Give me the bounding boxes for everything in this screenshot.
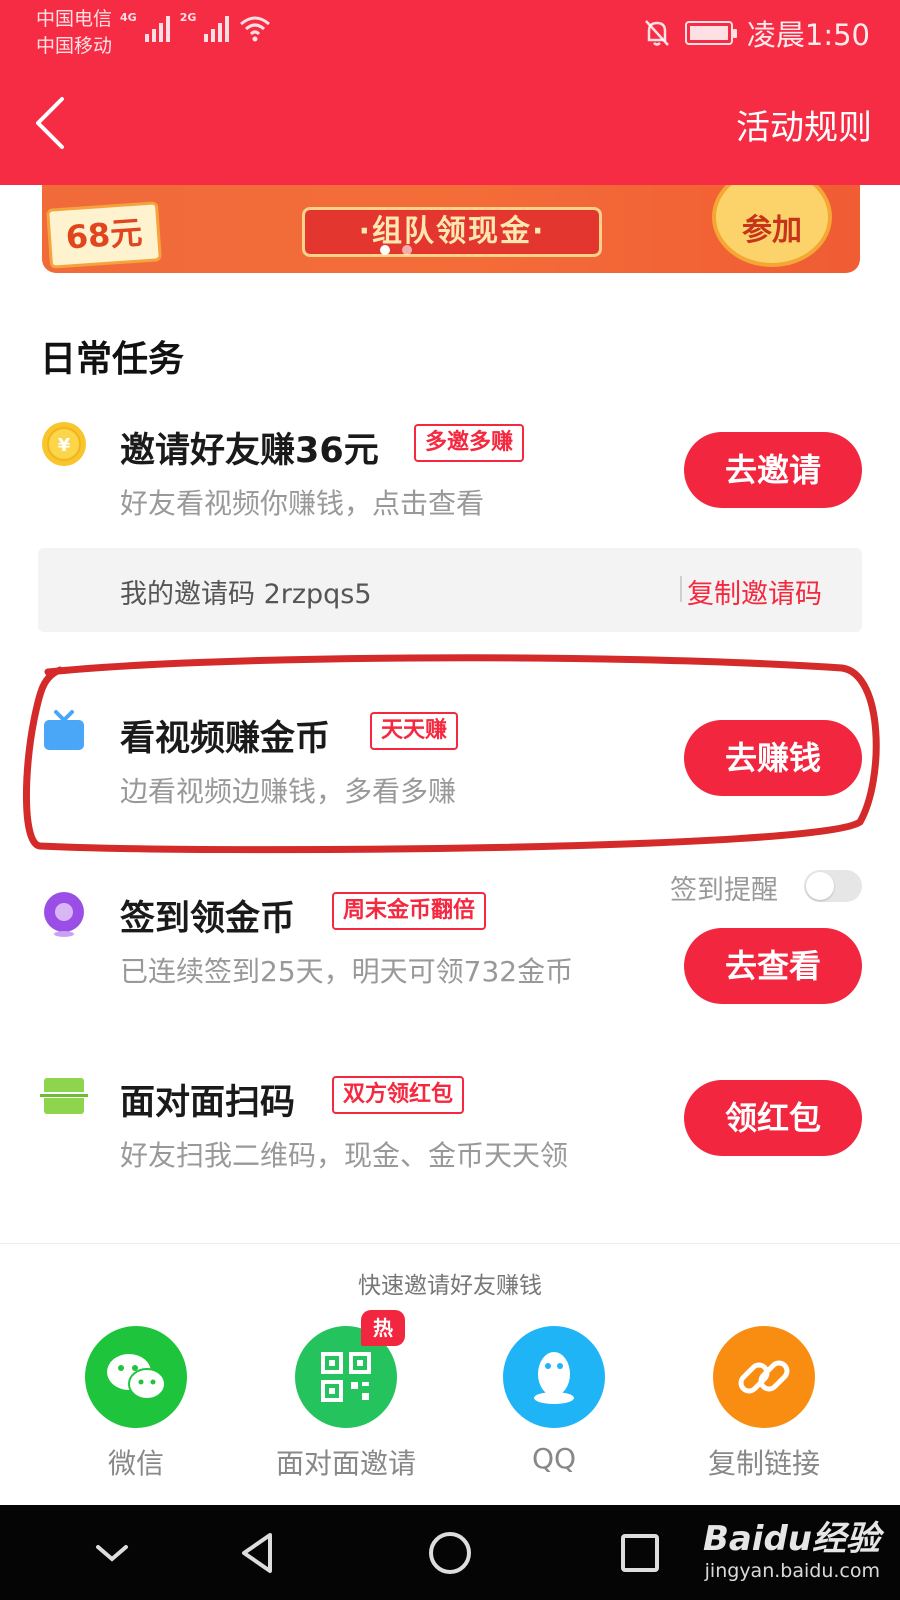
share-label: 面对面邀请: [275, 1447, 416, 1480]
wifi-icon: [240, 16, 271, 42]
svg-text:¥: ¥: [58, 435, 71, 456]
link-icon: [713, 1326, 815, 1428]
share-label: 微信: [107, 1447, 164, 1480]
page-dot-active: [380, 245, 390, 255]
qrcode-icon: 热: [295, 1310, 405, 1428]
task-sign-in: 签到领金币 周末金币翻倍 已连续签到25天，明天可领732金币 去查看: [0, 888, 900, 1028]
net-type-2: 2G: [179, 11, 197, 24]
system-nav-bar: Baidu经验 jingyan.baidu.com: [0, 1505, 900, 1600]
task-description: 已连续签到25天，明天可领732金币: [120, 955, 574, 988]
share-label: 复制链接: [707, 1447, 820, 1480]
task-watch-video: 看视频赚金币 天天赚 边看视频边赚钱，多看多赚 去赚钱: [0, 708, 900, 848]
status-right: 凌晨1:50: [643, 12, 870, 54]
banner-pagination: [380, 245, 412, 255]
share-face-to-face[interactable]: 热 面对面邀请: [266, 1310, 426, 1482]
check-button[interactable]: 去查看: [684, 928, 862, 1004]
task-description: 好友扫我二维码，现金、金币天天领: [120, 1139, 569, 1172]
qq-icon: [503, 1326, 605, 1428]
coin-icon: ¥: [42, 422, 86, 466]
task-tag: 天天赚: [370, 712, 459, 750]
hot-badge: 热: [361, 1310, 405, 1346]
battery-icon: [684, 21, 737, 45]
carrier-2: 中国移动: [36, 35, 113, 57]
nav-recents-icon[interactable]: [614, 1527, 666, 1579]
task-invite: ¥ 邀请好友赚36元 多邀多赚 好友看视频你赚钱，点击查看 去邀请: [0, 420, 900, 560]
section-title: 日常任务: [40, 339, 185, 380]
nav-back-icon[interactable]: [232, 1527, 284, 1579]
wechat-icon: [85, 1326, 187, 1428]
task-tag: 多邀多赚: [414, 424, 525, 462]
task-title: 面对面扫码: [120, 1083, 296, 1123]
clock: 凌晨1:50: [746, 18, 870, 52]
signal-bars-icon: [144, 14, 170, 42]
signal-indicators: 4G 2G: [120, 11, 271, 42]
chevron-down-icon[interactable]: [86, 1527, 138, 1579]
task-tag: 周末金币翻倍: [332, 892, 487, 930]
share-wechat[interactable]: 微信: [56, 1326, 216, 1482]
back-arrow-icon[interactable]: [30, 95, 70, 151]
quick-invite-panel: 快速邀请好友赚钱 微信 热 面对面邀请 QQ 复制链接: [0, 1243, 900, 1505]
scan-icon: [40, 1078, 88, 1114]
baidu-jingyan-watermark: Baidu经验 jingyan.baidu.com: [703, 1511, 880, 1582]
banner-amount: 68元: [46, 201, 162, 269]
task-title: 看视频赚金币: [120, 719, 331, 759]
copy-invite-code-link[interactable]: 复制邀请码: [687, 572, 822, 611]
watermark-logo: Baidu经验: [702, 1519, 880, 1559]
task-face-scan: 面对面扫码 双方领红包 好友扫我二维码，现金、金币天天领 领红包: [0, 1072, 900, 1212]
net-type-1: 4G: [120, 11, 137, 24]
carrier-info: 中国电信 中国移动: [36, 6, 112, 60]
app-header: 中国电信 中国移动 4G 2G 凌晨1:50 活动规则: [0, 0, 900, 185]
invite-code-text: 我的邀请码 2rzpqs5: [120, 579, 372, 610]
invite-button[interactable]: 去邀请: [684, 432, 862, 508]
task-title: 邀请好友赚36元: [120, 431, 379, 471]
promo-banner[interactable]: 68元 ·组队领现金· 参加: [42, 185, 860, 273]
location-icon: [44, 892, 84, 937]
carrier-1: 中国电信: [36, 8, 113, 30]
signal-bars-icon: [204, 14, 230, 42]
banner-join-badge: 参加: [712, 185, 832, 267]
task-tag: 双方领红包: [332, 1076, 465, 1114]
share-label: QQ: [531, 1442, 577, 1475]
tv-icon: [44, 710, 84, 750]
share-qq[interactable]: QQ: [474, 1326, 634, 1475]
task-description: 边看视频边赚钱，多看多赚: [120, 775, 457, 808]
nav-home-icon[interactable]: [424, 1527, 476, 1579]
page-dot: [402, 245, 412, 255]
share-copy-link[interactable]: 复制链接: [684, 1326, 844, 1482]
share-panel-title: 快速邀请好友赚钱: [358, 1273, 542, 1299]
invite-code-box: 我的邀请码 2rzpqs5 复制邀请码: [38, 548, 862, 632]
watermark-url: jingyan.baidu.com: [704, 1560, 880, 1582]
activity-rules-link[interactable]: 活动规则: [736, 100, 872, 149]
task-title: 签到领金币: [120, 899, 296, 939]
earn-money-button[interactable]: 去赚钱: [684, 720, 862, 796]
task-description: 好友看视频你赚钱，点击查看: [120, 487, 485, 520]
mute-bell-icon: [644, 20, 669, 46]
divider: [680, 576, 682, 602]
banner-center-text: ·组队领现金·: [302, 207, 602, 257]
get-red-packet-button[interactable]: 领红包: [684, 1080, 862, 1156]
